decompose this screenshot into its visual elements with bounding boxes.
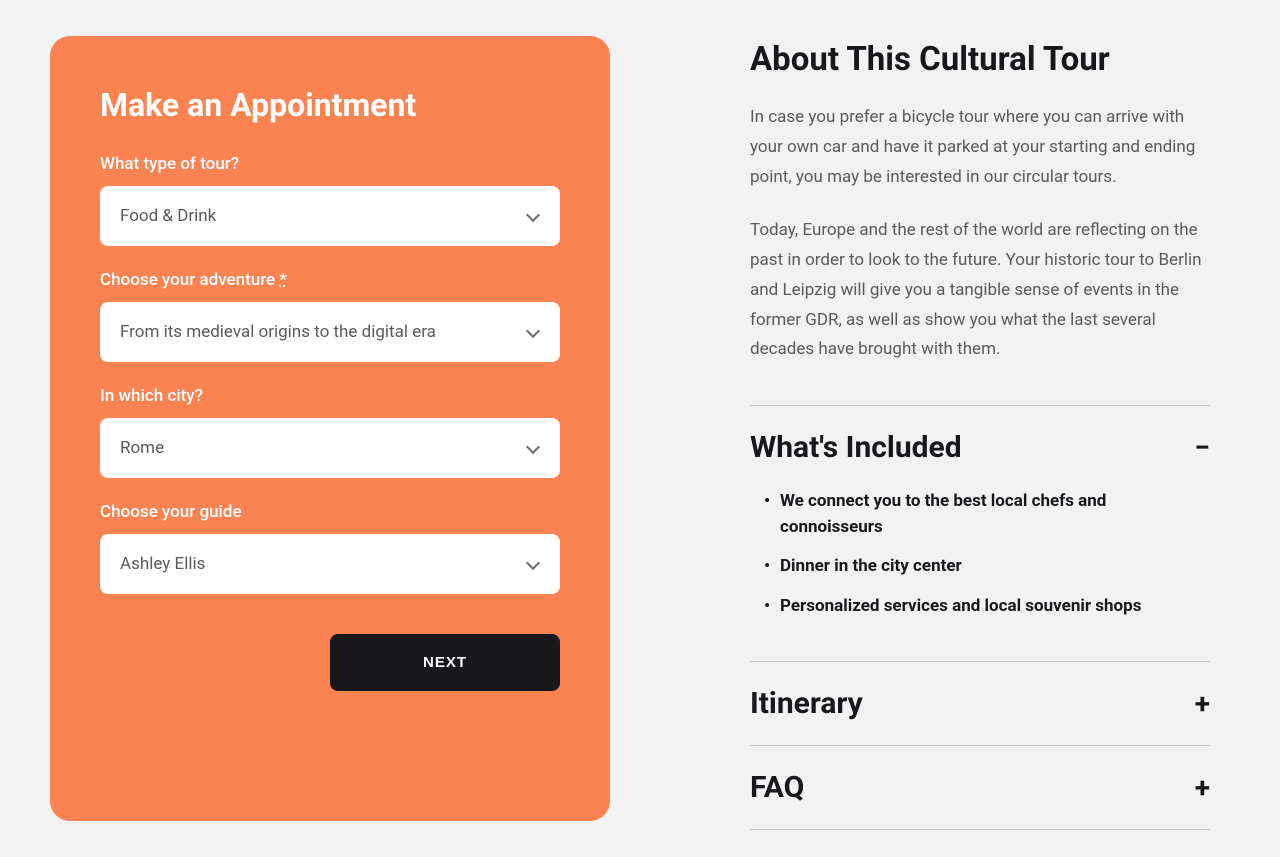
about-title: About This Cultural Tour xyxy=(750,40,1210,79)
plus-icon: + xyxy=(1195,774,1210,802)
tour-type-label: What type of tour? xyxy=(100,154,560,174)
adventure-group: Choose your adventure * From its medieva… xyxy=(100,270,560,362)
list-item: Personalized services and local souvenir… xyxy=(780,594,1210,620)
city-label: In which city? xyxy=(100,386,560,406)
guide-label: Choose your guide xyxy=(100,502,560,522)
guide-group: Choose your guide Ashley Ellis xyxy=(100,502,560,594)
booking-title: Make an Appointment xyxy=(100,86,560,124)
about-paragraph-1: In case you prefer a bicycle tour where … xyxy=(750,103,1210,192)
booking-card: Make an Appointment What type of tour? F… xyxy=(50,36,610,821)
included-list: We connect you to the best local chefs a… xyxy=(750,489,1210,619)
accordion-header-itinerary[interactable]: Itinerary + xyxy=(750,662,1210,745)
adventure-select[interactable]: From its medieval origins to the digital… xyxy=(100,302,560,362)
chevron-down-icon xyxy=(526,325,540,339)
content-area: About This Cultural Tour In case you pre… xyxy=(750,36,1210,821)
adventure-value: From its medieval origins to the digital… xyxy=(120,322,526,342)
accordion-header-faq[interactable]: FAQ + xyxy=(750,746,1210,829)
about-paragraph-2: Today, Europe and the rest of the world … xyxy=(750,216,1210,365)
list-item: We connect you to the best local chefs a… xyxy=(780,489,1210,540)
adventure-label: Choose your adventure * xyxy=(100,270,560,290)
accordion-header-included[interactable]: What's Included − xyxy=(750,406,1210,489)
guide-select[interactable]: Ashley Ellis xyxy=(100,534,560,594)
chevron-down-icon xyxy=(526,441,540,455)
accordion-item-itinerary: Itinerary + xyxy=(750,661,1210,745)
tour-type-group: What type of tour? Food & Drink xyxy=(100,154,560,246)
city-select[interactable]: Rome xyxy=(100,418,560,478)
accordion-title-itinerary: Itinerary xyxy=(750,686,863,721)
accordion: What's Included − We connect you to the … xyxy=(750,405,1210,830)
guide-value: Ashley Ellis xyxy=(120,554,526,574)
plus-icon: + xyxy=(1195,690,1210,718)
minus-icon: − xyxy=(1194,434,1210,462)
accordion-title-faq: FAQ xyxy=(750,770,804,805)
accordion-title-included: What's Included xyxy=(750,430,962,465)
chevron-down-icon xyxy=(526,209,540,223)
next-button[interactable]: NEXT xyxy=(330,634,560,691)
city-group: In which city? Rome xyxy=(100,386,560,478)
accordion-item-included: What's Included − We connect you to the … xyxy=(750,405,1210,661)
required-mark: * xyxy=(279,270,287,290)
tour-type-select[interactable]: Food & Drink xyxy=(100,186,560,246)
accordion-item-faq: FAQ + xyxy=(750,745,1210,830)
accordion-content-included: We connect you to the best local chefs a… xyxy=(750,489,1210,661)
list-item: Dinner in the city center xyxy=(780,554,1210,580)
tour-type-value: Food & Drink xyxy=(120,206,526,226)
chevron-down-icon xyxy=(526,557,540,571)
city-value: Rome xyxy=(120,438,526,458)
